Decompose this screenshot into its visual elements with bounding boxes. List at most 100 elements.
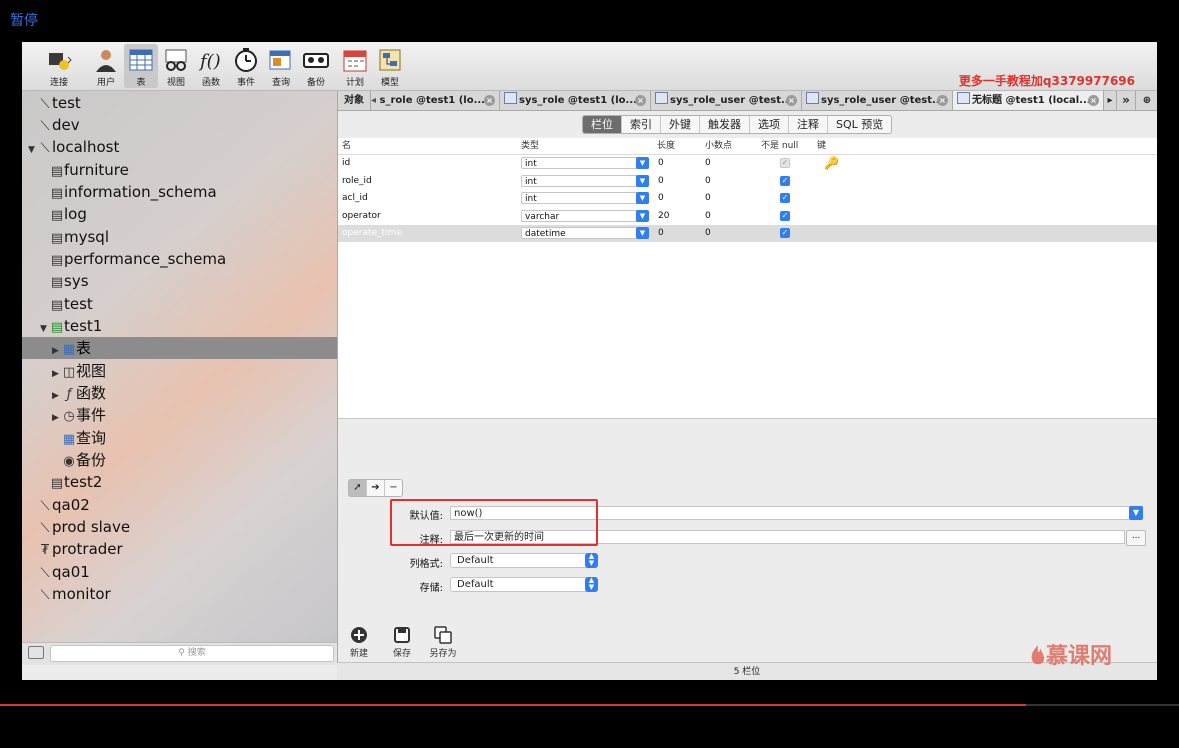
- tab-triggers[interactable]: 触发器: [700, 116, 750, 133]
- insert-field-button[interactable]: ➔: [367, 480, 385, 496]
- tree-item-db-furniture[interactable]: ▤furniture: [22, 159, 337, 181]
- tree-item-events[interactable]: ▶ ◷事件: [22, 404, 337, 426]
- tree-item-connection-qa01[interactable]: ⟍ qa01: [22, 561, 337, 583]
- storage-select[interactable]: Default ▲ ▼: [450, 577, 598, 592]
- tree-item-db-performance-schema[interactable]: ▤performance_schema: [22, 248, 337, 270]
- close-tab-icon[interactable]: ×: [635, 95, 646, 106]
- tab-sys-role[interactable]: sys_role @test1 (lo... ×: [500, 91, 651, 110]
- tree-item-db-test1[interactable]: ▼ ▤test1: [22, 315, 337, 337]
- not-null-checkbox[interactable]: ✓: [780, 176, 790, 186]
- table-row[interactable]: role_id int ▼ 0 0 ✓: [338, 173, 1157, 190]
- tree-item-connection-dev[interactable]: ⟍ dev: [22, 114, 337, 136]
- pause-label[interactable]: 暂停: [10, 10, 38, 30]
- field-length[interactable]: 0: [658, 155, 664, 171]
- field-type-select[interactable]: datetime ▼: [521, 227, 649, 239]
- tree-item-db-mysql[interactable]: ▤mysql: [22, 226, 337, 248]
- tree-item-db-log[interactable]: ▤log: [22, 203, 337, 225]
- remove-field-button[interactable]: −: [385, 480, 402, 496]
- tree-item-connection-localhost[interactable]: ▼ ⟍ localhost: [22, 136, 337, 158]
- field-name[interactable]: role_id: [342, 173, 372, 189]
- toolbar-connect-button[interactable]: 连接: [36, 44, 82, 88]
- field-type-select[interactable]: int ▼: [521, 175, 649, 187]
- close-tab-icon[interactable]: ×: [937, 95, 948, 106]
- field-decimals[interactable]: 0: [705, 155, 711, 171]
- toolbar-backup-button[interactable]: 备份: [299, 44, 333, 88]
- not-null-checkbox[interactable]: ✓: [780, 158, 790, 168]
- expanded-arrow-icon[interactable]: ▼: [28, 139, 38, 161]
- tab-sys-role-user-1[interactable]: sys_role_user @test... ×: [651, 91, 802, 110]
- tab-scroll-right-icon[interactable]: ▸: [1104, 91, 1117, 110]
- comment-expand-button[interactable]: ...: [1126, 530, 1146, 546]
- tree-item-connection-qa02[interactable]: ⟍ qa02: [22, 494, 337, 516]
- field-decimals[interactable]: 0: [705, 225, 711, 241]
- table-row-selected[interactable]: operate_time datetime ▼ 0 0 ✓: [338, 225, 1157, 242]
- not-null-checkbox[interactable]: ✓: [780, 211, 790, 221]
- add-field-button[interactable]: ➚: [349, 480, 367, 496]
- field-name[interactable]: acl_id: [342, 190, 368, 206]
- toolbar-table-button[interactable]: 表: [124, 44, 158, 88]
- toolbar-query-button[interactable]: 查询: [264, 44, 298, 88]
- toolbar-view-button[interactable]: 视图: [159, 44, 193, 88]
- tree-item-db-information-schema[interactable]: ▤information_schema: [22, 181, 337, 203]
- not-null-checkbox[interactable]: ✓: [780, 193, 790, 203]
- tree-item-tables[interactable]: ▶ ▦表: [22, 337, 337, 359]
- field-length[interactable]: 0: [658, 173, 664, 189]
- sidebar-search-input[interactable]: ⚲ 搜索: [50, 645, 334, 662]
- tab-overflow-icon[interactable]: »: [1117, 91, 1136, 110]
- tree-item-functions[interactable]: ▶ ƒ 函数: [22, 382, 337, 404]
- field-length[interactable]: 0: [658, 190, 664, 206]
- table-row[interactable]: id int ▼ 0 0 ✓ 🔑: [338, 155, 1157, 172]
- tree-item-db-test[interactable]: ▤test: [22, 293, 337, 315]
- collapsed-arrow-icon[interactable]: ▶: [52, 407, 62, 429]
- table-row[interactable]: acl_id int ▼ 0 0 ✓: [338, 190, 1157, 207]
- field-type-select[interactable]: int ▼: [521, 192, 649, 204]
- field-length[interactable]: 20: [658, 208, 669, 224]
- not-null-checkbox[interactable]: ✓: [780, 228, 790, 238]
- field-name[interactable]: operate_time: [342, 225, 402, 241]
- field-length[interactable]: 0: [658, 225, 664, 241]
- tab-objects[interactable]: 对象: [338, 91, 371, 110]
- tab-sys-role-user-2[interactable]: sys_role_user @test... ×: [802, 91, 953, 110]
- tab-indexes[interactable]: 索引: [622, 116, 661, 133]
- sidebar-toggle-icon[interactable]: [28, 646, 44, 659]
- new-button[interactable]: 新建: [344, 626, 374, 659]
- tree-item-connection-protrader[interactable]: ₮ protrader: [22, 538, 337, 560]
- tab-foreign-keys[interactable]: 外键: [661, 116, 700, 133]
- toolbar-user-button[interactable]: 用户: [89, 44, 123, 88]
- field-decimals[interactable]: 0: [705, 208, 711, 224]
- close-tab-icon[interactable]: ×: [1088, 95, 1099, 106]
- column-format-select[interactable]: Default ▲ ▼: [450, 553, 598, 568]
- toolbar-schedule-button[interactable]: 计划: [338, 44, 372, 88]
- tree-item-db-sys[interactable]: ▤sys: [22, 270, 337, 292]
- collapsed-arrow-icon[interactable]: ▶: [52, 340, 62, 362]
- new-tab-icon[interactable]: ⊕: [1136, 91, 1157, 110]
- tab-untitled[interactable]: 无标题 @test1 (local... ×: [953, 91, 1104, 110]
- save-as-button[interactable]: 另存为: [428, 626, 458, 659]
- tree-item-db-test2[interactable]: ▤test2: [22, 471, 337, 493]
- toolbar-model-button[interactable]: 模型: [373, 44, 407, 88]
- tab-comment[interactable]: 注释: [789, 116, 828, 133]
- field-type-select[interactable]: varchar ▼: [521, 210, 649, 222]
- tree-item-backups[interactable]: ◉备份: [22, 449, 337, 471]
- field-decimals[interactable]: 0: [705, 173, 711, 189]
- tree-item-connection-test[interactable]: ⟍ test: [22, 92, 337, 114]
- field-type-select[interactable]: int ▼: [521, 157, 649, 169]
- field-decimals[interactable]: 0: [705, 190, 711, 206]
- tab-sql-preview[interactable]: SQL 预览: [828, 116, 891, 133]
- toolbar-function-button[interactable]: f() 函数: [194, 44, 228, 88]
- table-row[interactable]: operator varchar ▼ 20 0 ✓: [338, 208, 1157, 225]
- video-progress-bar[interactable]: [0, 704, 1179, 706]
- tree-item-connection-monitor[interactable]: ⟍ monitor: [22, 583, 337, 605]
- tab-options[interactable]: 选项: [750, 116, 789, 133]
- toolbar-event-button[interactable]: 事件: [229, 44, 263, 88]
- close-tab-icon[interactable]: ×: [484, 95, 495, 106]
- tree-item-queries[interactable]: ▦查询: [22, 427, 337, 449]
- tree-item-connection-prod-slave[interactable]: ⟍ prod slave: [22, 516, 337, 538]
- tab-fields[interactable]: 栏位: [583, 116, 622, 133]
- default-dropdown-icon[interactable]: ▼: [1129, 506, 1143, 520]
- field-name[interactable]: id: [342, 155, 350, 171]
- save-button[interactable]: 保存: [387, 626, 417, 659]
- field-name[interactable]: operator: [342, 208, 381, 224]
- close-tab-icon[interactable]: ×: [786, 95, 797, 106]
- tree-item-views[interactable]: ▶ ◫视图: [22, 360, 337, 382]
